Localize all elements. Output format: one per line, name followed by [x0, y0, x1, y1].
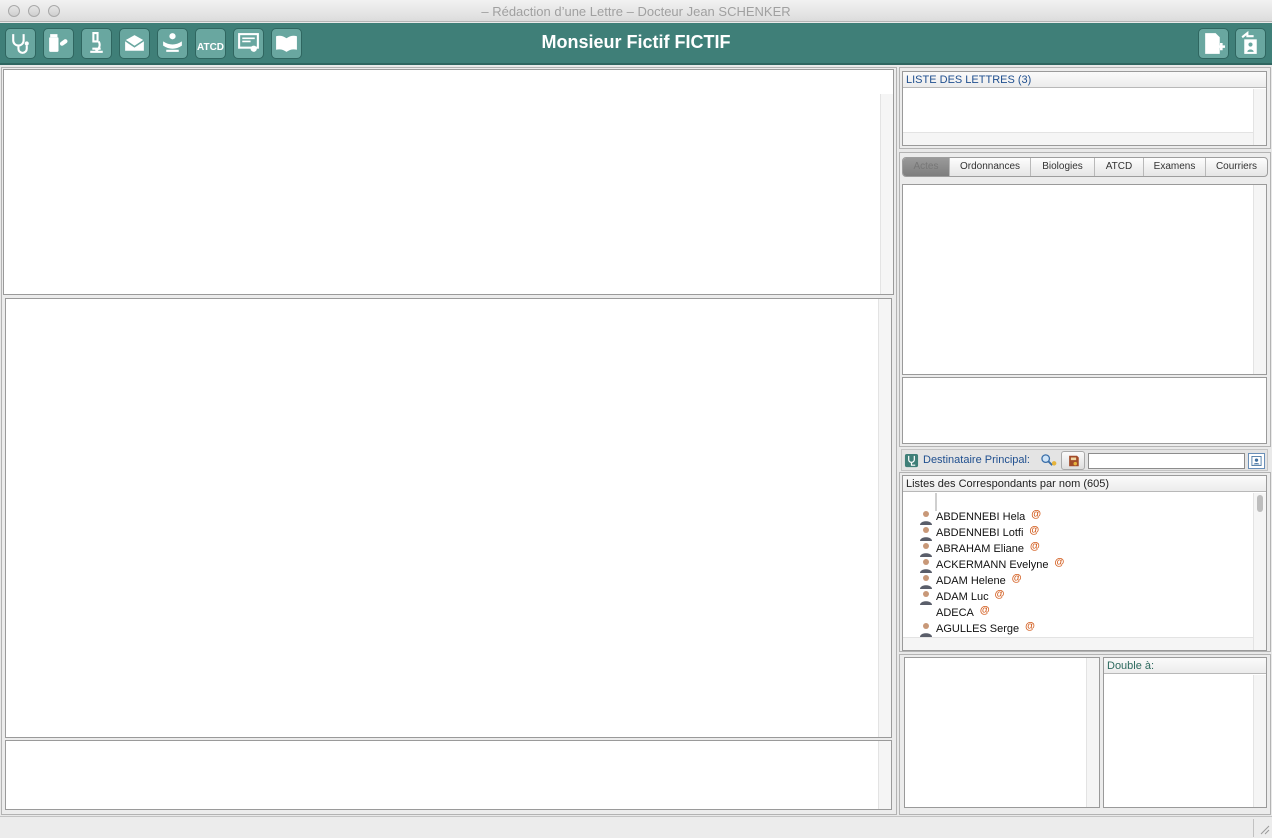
- person-icon: [920, 622, 932, 637]
- correspondants-scrollbar[interactable]: [1253, 493, 1266, 650]
- correspondant-item[interactable]: AGULLES Serge @: [919, 621, 1035, 637]
- resize-grip-icon[interactable]: [1259, 824, 1270, 835]
- destinataire-search-input[interactable]: [1088, 453, 1245, 469]
- double-a-scrollbar[interactable]: [1253, 675, 1266, 807]
- correspondants-list-header: Listes des Correspondants par nom (605): [903, 476, 1266, 492]
- contact-card-icon: [1251, 456, 1262, 466]
- correspondants-list[interactable]: Listes des Correspondants par nom (605) …: [902, 475, 1267, 651]
- correspondants-scroll-thumb[interactable]: [1257, 495, 1263, 512]
- document-preview[interactable]: [902, 377, 1267, 444]
- contact-card-button[interactable]: [1248, 453, 1265, 469]
- correspondant-item[interactable]: ABDENNEBI Hela @: [919, 509, 1041, 525]
- tab-atcd[interactable]: ATCD: [1095, 158, 1144, 176]
- letter-body-editor[interactable]: [5, 298, 892, 738]
- email-marker-icon: @: [1031, 509, 1042, 520]
- doctor-icon: [904, 453, 919, 468]
- patient-return-icon: [1241, 31, 1257, 54]
- new-document-icon: [1205, 33, 1225, 54]
- email-marker-icon: @: [1025, 621, 1035, 632]
- double-a-header: Double à:: [1104, 658, 1266, 674]
- person-icon: [920, 590, 932, 605]
- letters-list-header: LISTE DES LETTRES (3): [903, 72, 1266, 88]
- email-marker-icon: @: [1029, 525, 1040, 536]
- tab-courriers[interactable]: Courriers: [1206, 158, 1267, 176]
- letters-hscrollbar[interactable]: [903, 132, 1253, 145]
- tab-ordonnances[interactable]: Ordonnances: [950, 158, 1031, 176]
- correspondant-item[interactable]: ADAM Luc @: [919, 589, 1004, 605]
- window-title-bar: – Rédaction d’une Lettre – Docteur Jean …: [0, 0, 1272, 22]
- address-book-button[interactable]: [1061, 451, 1085, 470]
- email-marker-icon: @: [1030, 541, 1040, 552]
- main-toolbar: ATCD Monsieur Fictif FICTIF: [0, 23, 1272, 65]
- footer-editor-scrollbar[interactable]: [878, 741, 891, 809]
- patient-name: Monsieur Fictif FICTIF: [541, 32, 731, 52]
- new-document-button[interactable]: [1198, 28, 1229, 59]
- status-divider: [1253, 819, 1254, 837]
- person-icon: [920, 510, 932, 525]
- email-marker-icon: @: [994, 589, 1005, 600]
- destinataire-label: Destinataire Principal:: [923, 454, 1030, 466]
- correspondant-item[interactable]: ABRAHAM Eliane @: [919, 541, 1040, 557]
- recipients-scrollbar[interactable]: [1086, 658, 1099, 807]
- tab-actes[interactable]: Actes: [903, 158, 950, 176]
- letters-scrollbar[interactable]: [1253, 89, 1266, 145]
- window-title: – Rédaction d’une Lettre – Docteur Jean …: [481, 4, 791, 19]
- correspondant-item[interactable]: ABDENNEBI Lotfi @: [919, 525, 1039, 541]
- tab-examens[interactable]: Examens: [1144, 158, 1206, 176]
- correspondant-item[interactable]: ADECA @: [936, 605, 990, 621]
- header-editor-scrollbar[interactable]: [880, 94, 893, 294]
- person-icon: [920, 526, 932, 541]
- search-correspondant-icon[interactable]: [1040, 453, 1057, 468]
- documents-list[interactable]: [902, 184, 1267, 375]
- letter-header-editor[interactable]: [3, 69, 894, 295]
- email-marker-icon: @: [1054, 557, 1065, 568]
- person-icon: [920, 558, 932, 573]
- destinataire-row: Destinataire Principal:: [901, 449, 1268, 471]
- correspondants-hscrollbar[interactable]: [903, 637, 1253, 650]
- double-a-list[interactable]: Double à:: [1103, 657, 1267, 808]
- correspondant-item[interactable]: ADAM Helene @: [919, 573, 1021, 589]
- patient-return-button[interactable]: [1235, 28, 1266, 59]
- documents-scrollbar[interactable]: [1253, 185, 1266, 374]
- person-icon: [920, 574, 932, 589]
- email-marker-icon: @: [979, 605, 990, 616]
- document-type-tabs: Actes Ordonnances Biologies ATCD Examens…: [902, 157, 1268, 177]
- letters-list[interactable]: LISTE DES LETTRES (3): [902, 71, 1267, 146]
- recipients-list[interactable]: [904, 657, 1100, 808]
- body-editor-scrollbar[interactable]: [878, 299, 891, 737]
- status-bar: [0, 816, 1272, 838]
- tab-biologies[interactable]: Biologies: [1031, 158, 1095, 176]
- letter-footer-editor[interactable]: [5, 740, 892, 810]
- person-icon: [920, 542, 932, 557]
- email-marker-icon: @: [1011, 573, 1022, 584]
- address-book-icon: [1069, 455, 1079, 467]
- correspondant-item[interactable]: ACKERMANN Evelyne @: [919, 557, 1064, 573]
